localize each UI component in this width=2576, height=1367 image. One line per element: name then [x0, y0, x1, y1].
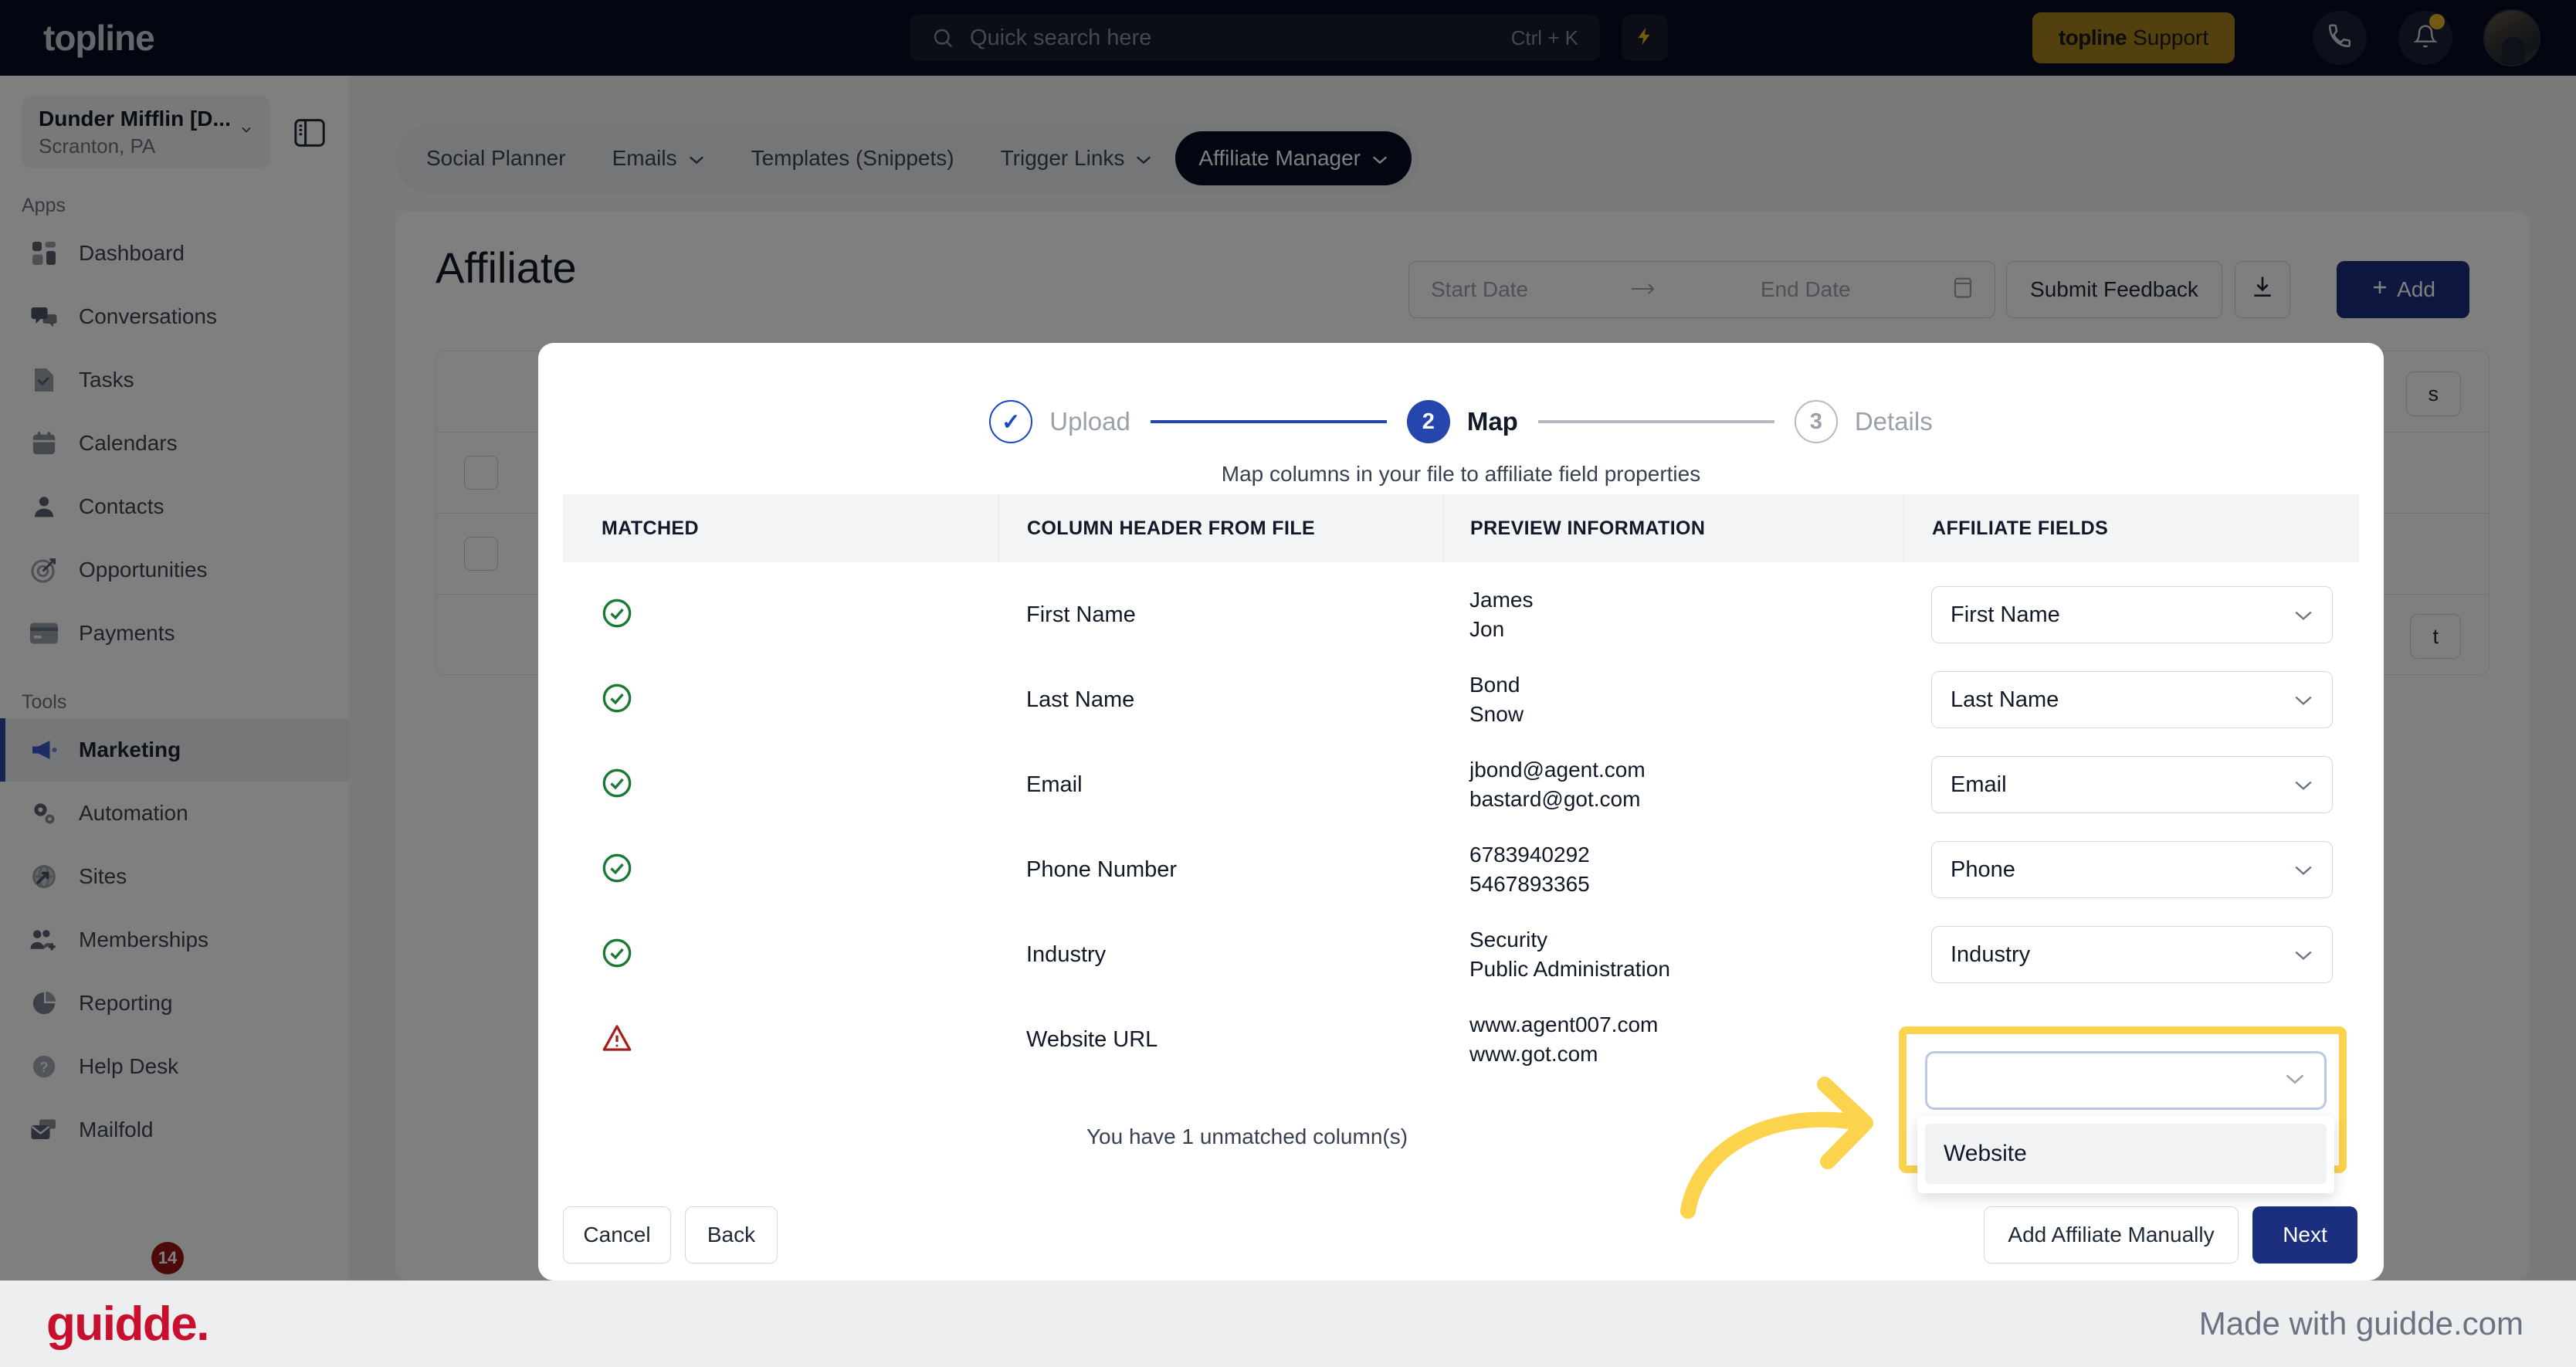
- warning-triangle-icon: [602, 1024, 632, 1056]
- map-row-first-name: First Name James Jon First Name: [563, 573, 2359, 656]
- chevron-down-icon: [2293, 857, 2313, 883]
- step-map[interactable]: 2 Map: [1406, 400, 1518, 443]
- chevron-down-icon: [2293, 602, 2313, 628]
- affiliate-field-select-last-name[interactable]: Last Name: [1931, 671, 2333, 728]
- preview-line: 6783940292: [1469, 842, 1590, 867]
- import-affiliates-modal: ✓ Upload 2 Map 3 Details Map columns in …: [538, 343, 2384, 1281]
- step-upload[interactable]: ✓ Upload: [989, 400, 1130, 443]
- chevron-down-icon: [2284, 1072, 2306, 1090]
- next-button[interactable]: Next: [2252, 1206, 2357, 1264]
- match-status: [563, 853, 998, 887]
- map-row-industry: Industry Security Public Administration …: [563, 913, 2359, 996]
- file-column-name: Phone Number: [1026, 856, 1178, 882]
- step-connector-1: [1150, 420, 1387, 423]
- import-stepper: ✓ Upload 2 Map 3 Details: [538, 400, 2384, 443]
- chevron-down-icon: [2293, 772, 2313, 798]
- step-circle-details: 3: [1794, 400, 1838, 443]
- guidde-footer: guidde. Made with guidde.com: [0, 1281, 2576, 1367]
- file-column-name: Email: [1026, 772, 1083, 797]
- chevron-down-icon: [2293, 687, 2313, 713]
- affiliate-field-cell: Industry: [1903, 926, 2359, 983]
- preview-line: Snow: [1469, 702, 1524, 726]
- preview-line: www.agent007.com: [1469, 1012, 1659, 1036]
- app-root: topline Quick search here Ctrl + K topli…: [0, 0, 2576, 1367]
- affiliate-field-select-email[interactable]: Email: [1931, 756, 2333, 813]
- map-row-email: Email jbond@agent.com bastard@got.com Em…: [563, 743, 2359, 826]
- modal-footer: Cancel Back Add Affiliate Manually Next: [538, 1180, 2384, 1281]
- preview-values: Security Public Administration: [1443, 925, 1903, 984]
- select-value: Email: [1951, 772, 2007, 797]
- column-header-column-from-file: COLUMN HEADER FROM FILE: [998, 494, 1443, 562]
- select-value: First Name: [1951, 602, 2060, 627]
- map-row-last-name: Last Name Bond Snow Last Name: [563, 658, 2359, 741]
- affiliate-field-select-industry[interactable]: Industry: [1931, 926, 2333, 983]
- preview-line: Security: [1469, 927, 1548, 951]
- file-column-name: Last Name: [1026, 687, 1135, 712]
- back-label: Back: [707, 1223, 756, 1247]
- add-manually-label: Add Affiliate Manually: [2008, 1223, 2215, 1247]
- affiliate-field-dropdown-menu: Website: [1917, 1116, 2334, 1193]
- affiliate-field-cell: First Name: [1903, 586, 2359, 643]
- match-status: [563, 768, 998, 802]
- check-circle-icon: [602, 684, 632, 717]
- map-row-phone-number: Phone Number 6783940292 5467893365 Phone: [563, 828, 2359, 911]
- chevron-down-icon: [2293, 942, 2313, 968]
- step-circle-map: 2: [1406, 400, 1450, 443]
- add-affiliate-manually-button[interactable]: Add Affiliate Manually: [1984, 1206, 2239, 1264]
- cancel-button[interactable]: Cancel: [563, 1206, 671, 1264]
- file-column-name: Industry: [1026, 941, 1107, 967]
- column-header-preview: PREVIEW INFORMATION: [1443, 494, 1903, 562]
- affiliate-field-select-phone[interactable]: Phone: [1931, 841, 2333, 898]
- preview-values: jbond@agent.com bastard@got.com: [1443, 755, 1903, 814]
- preview-line: bastard@got.com: [1469, 787, 1641, 811]
- preview-line: Bond: [1469, 672, 1520, 697]
- select-value: Phone: [1951, 856, 2015, 882]
- match-status: [563, 1023, 998, 1057]
- curved-arrow-right-icon: [1668, 1057, 1900, 1230]
- match-status: [563, 938, 998, 972]
- step-details[interactable]: 3 Details: [1794, 400, 1933, 443]
- guidde-made-with: Made with guidde.com: [2198, 1305, 2523, 1342]
- preview-line: James: [1469, 587, 1534, 612]
- file-column-name: First Name: [1026, 602, 1136, 627]
- affiliate-field-select-website[interactable]: [1925, 1051, 2327, 1110]
- preview-values: Bond Snow: [1443, 670, 1903, 729]
- affiliate-field-select-first-name[interactable]: First Name: [1931, 586, 2333, 643]
- match-status: [563, 598, 998, 633]
- preview-line: Public Administration: [1469, 957, 1670, 981]
- step-circle-upload: ✓: [989, 400, 1033, 443]
- file-column-name: Website URL: [1026, 1026, 1158, 1052]
- preview-line: Jon: [1469, 617, 1505, 641]
- dropdown-option-website[interactable]: Website: [1925, 1124, 2327, 1184]
- preview-values: James Jon: [1443, 585, 1903, 644]
- step-label-details: Details: [1854, 407, 1933, 436]
- check-circle-icon: [602, 768, 632, 802]
- affiliate-field-cell: Phone: [1903, 841, 2359, 898]
- preview-line: jbond@agent.com: [1469, 757, 1646, 782]
- cancel-label: Cancel: [583, 1223, 651, 1247]
- website-field-highlight: Website: [1899, 1026, 2347, 1193]
- step-label-upload: Upload: [1049, 407, 1130, 436]
- affiliate-field-cell: Email: [1903, 756, 2359, 813]
- select-value: Last Name: [1951, 687, 2059, 712]
- next-label: Next: [2283, 1223, 2327, 1247]
- preview-values: 6783940292 5467893365: [1443, 840, 1903, 899]
- modal-subtitle: Map columns in your file to affiliate fi…: [1221, 462, 1701, 486]
- check-circle-icon: [602, 599, 632, 632]
- match-status: [563, 683, 998, 717]
- select-value: Industry: [1951, 941, 2031, 967]
- step-connector-2: [1537, 420, 1774, 423]
- guidde-logo: guidde.: [46, 1297, 209, 1351]
- back-button[interactable]: Back: [685, 1206, 778, 1264]
- column-header-affiliate-fields: AFFILIATE FIELDS: [1903, 494, 2359, 562]
- check-circle-icon: [602, 853, 632, 887]
- map-table-header: MATCHED COLUMN HEADER FROM FILE PREVIEW …: [563, 494, 2359, 562]
- column-header-matched: MATCHED: [602, 517, 699, 539]
- affiliate-field-cell: Last Name: [1903, 671, 2359, 728]
- preview-line: 5467893365: [1469, 872, 1590, 896]
- step-label-map: Map: [1466, 407, 1518, 436]
- check-circle-icon: [602, 938, 632, 972]
